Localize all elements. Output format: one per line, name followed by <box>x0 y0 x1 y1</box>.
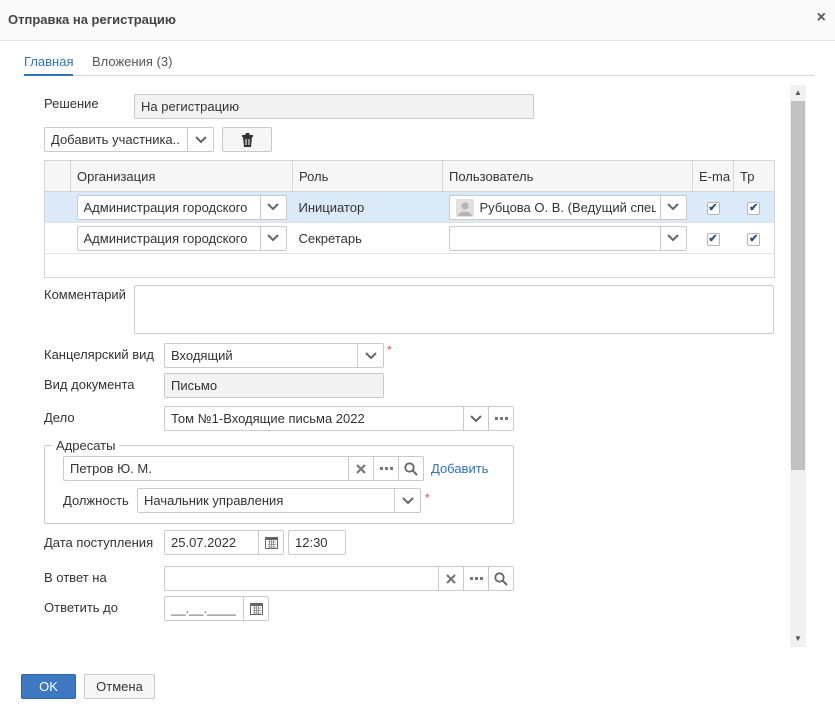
table-empty-row <box>45 254 775 278</box>
chevron-down-icon[interactable] <box>187 128 213 151</box>
clear-icon[interactable] <box>348 457 373 480</box>
row-selector-cell[interactable] <box>44 222 71 254</box>
tab-main[interactable]: Главная <box>24 54 74 76</box>
comment-textarea[interactable] <box>134 285 774 334</box>
ok-button[interactable]: OK <box>21 674 76 699</box>
column-header-tr[interactable]: Тр <box>733 160 775 192</box>
column-header-user[interactable]: Пользователь <box>442 160 693 192</box>
form-content: Решение На регистрацию Добавить участник… <box>0 85 806 647</box>
chevron-down-icon[interactable] <box>463 407 488 430</box>
user-value: Рубцова О. В. (Ведущий специ <box>479 199 656 215</box>
received-time-input[interactable]: 12:30 <box>288 530 346 555</box>
email-checkbox[interactable]: ✔ <box>706 233 720 246</box>
required-marker: * <box>387 343 392 357</box>
ellipsis-icon[interactable] <box>463 567 488 590</box>
organization-value: Администрация городского <box>83 199 248 215</box>
dialog-title: Отправка на регистрацию <box>8 12 176 27</box>
table-row[interactable]: Администрация городского Секретарь ✔ ✔ <box>44 222 775 254</box>
received-date-input[interactable]: 25.07.2022 <box>164 530 284 555</box>
chevron-down-icon[interactable] <box>259 226 286 250</box>
row-selector-cell[interactable] <box>44 191 71 223</box>
calendar-icon[interactable] <box>243 597 268 620</box>
reply-by-placeholder: __.__.____ <box>171 601 237 616</box>
addressee-value: Петров Ю. М. <box>70 461 152 476</box>
doc-type-field: Письмо <box>164 373 384 398</box>
organization-value: Администрация городского <box>83 230 248 246</box>
decision-label: Решение <box>44 96 99 111</box>
tr-checkbox[interactable]: ✔ <box>747 202 761 215</box>
reply-by-input[interactable]: __.__.____ <box>164 596 269 621</box>
column-header-organization[interactable]: Организация <box>70 160 293 192</box>
received-date-label: Дата поступления <box>44 535 154 550</box>
addressees-legend: Адресаты <box>52 438 120 453</box>
reply-to-input[interactable] <box>164 566 514 591</box>
chevron-down-icon[interactable] <box>394 489 420 512</box>
user-select[interactable] <box>448 225 687 251</box>
chevron-down-icon[interactable] <box>259 195 286 219</box>
office-type-value: Входящий <box>171 348 233 363</box>
scroll-down-icon[interactable]: ▼ <box>790 632 806 646</box>
position-select[interactable]: Начальник управления <box>137 488 421 513</box>
organization-select[interactable]: Администрация городского <box>76 194 287 220</box>
add-addressee-link[interactable]: Добавить <box>431 461 488 476</box>
position-value: Начальник управления <box>144 493 284 508</box>
ellipsis-icon[interactable] <box>373 457 398 480</box>
clear-icon[interactable] <box>438 567 463 590</box>
tr-checkbox[interactable]: ✔ <box>747 233 761 246</box>
organization-select[interactable]: Администрация городского <box>76 225 287 251</box>
tab-bar: Главная Вложения (3) <box>22 44 814 76</box>
trash-icon <box>241 133 254 150</box>
add-participant-dropdown[interactable]: Добавить участника.. <box>44 127 214 152</box>
chevron-down-icon[interactable] <box>659 195 686 219</box>
delete-participant-button[interactable] <box>222 127 272 152</box>
add-participant-label: Добавить участника.. <box>51 132 180 147</box>
case-value: Том №1-Входящие письма 2022 <box>171 411 365 426</box>
case-label: Дело <box>44 410 75 425</box>
user-select[interactable]: Рубцова О. В. (Ведущий специ <box>448 194 687 220</box>
received-date-value: 25.07.2022 <box>171 535 237 550</box>
chevron-down-icon[interactable] <box>659 226 686 250</box>
vertical-scrollbar[interactable]: ▲ ▼ <box>790 85 806 647</box>
user-avatar-icon <box>455 198 474 217</box>
office-type-label: Канцелярский вид <box>44 347 155 362</box>
decision-field: На регистрацию <box>134 94 534 119</box>
search-icon[interactable] <box>488 567 513 590</box>
office-type-select[interactable]: Входящий <box>164 343 384 368</box>
chevron-down-icon[interactable] <box>357 344 383 367</box>
ellipsis-icon[interactable] <box>488 407 513 430</box>
scroll-up-icon[interactable]: ▲ <box>790 86 806 100</box>
dialog-titlebar: Отправка на регистрацию × <box>0 0 835 41</box>
tab-attachments[interactable]: Вложения (3) <box>92 54 172 69</box>
table-header-row: Организация Роль Пользователь E-ma Тр <box>44 160 775 192</box>
search-icon[interactable] <box>398 457 423 480</box>
column-header-email[interactable]: E-ma <box>692 160 734 192</box>
addressee-input[interactable]: Петров Ю. М. <box>63 456 424 481</box>
calendar-icon[interactable] <box>258 531 283 554</box>
close-icon[interactable]: × <box>817 9 826 27</box>
table-row[interactable]: Администрация городского Инициатор Рубцо… <box>44 191 775 223</box>
email-checkbox[interactable]: ✔ <box>706 202 720 215</box>
role-cell: Секретарь <box>292 222 443 254</box>
column-selector-header <box>44 160 71 192</box>
reply-by-label: Ответить до <box>44 600 118 615</box>
reply-to-label: В ответ на <box>44 570 107 585</box>
scrollbar-thumb[interactable] <box>791 101 805 470</box>
cancel-button[interactable]: Отмена <box>84 674 155 699</box>
required-marker: * <box>425 491 430 505</box>
comment-label: Комментарий <box>44 287 126 302</box>
case-select[interactable]: Том №1-Входящие письма 2022 <box>164 406 514 431</box>
doc-type-label: Вид документа <box>44 377 135 392</box>
column-header-role[interactable]: Роль <box>292 160 443 192</box>
participants-table: Организация Роль Пользователь E-ma Тр Ад… <box>44 160 775 278</box>
position-label: Должность <box>63 493 129 508</box>
role-cell: Инициатор <box>292 191 443 223</box>
